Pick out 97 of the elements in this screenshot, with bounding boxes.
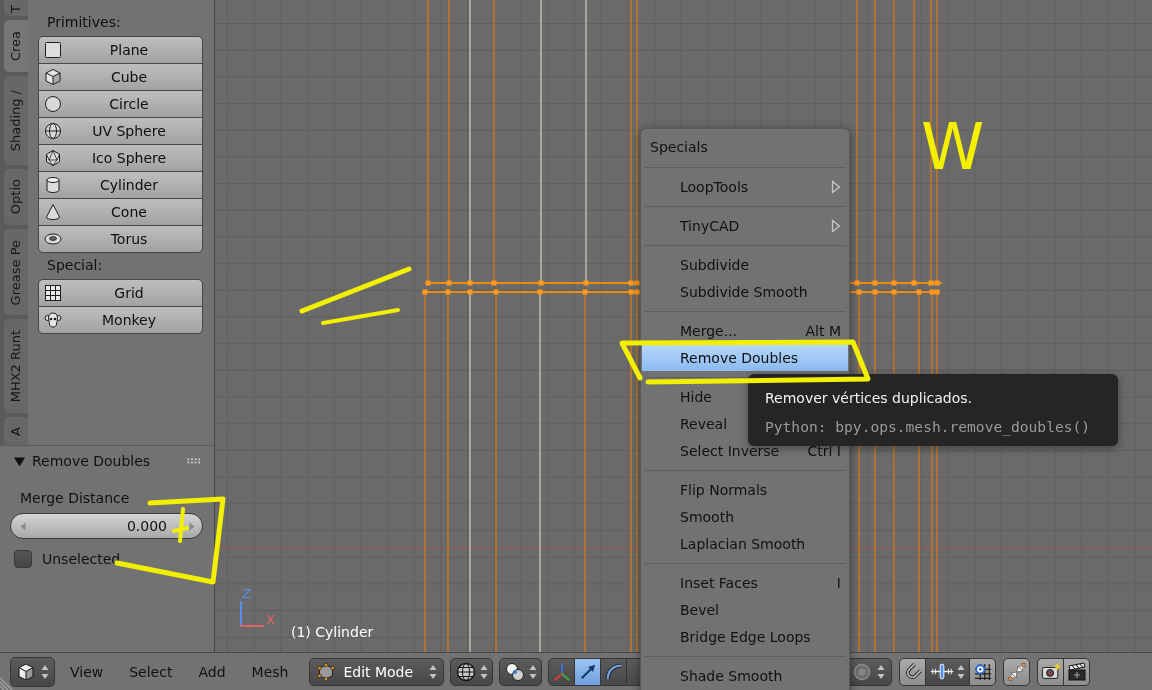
object-name-label: (1) Cylinder xyxy=(291,623,374,641)
render-animation-button[interactable] xyxy=(1063,657,1091,686)
panel-title: Remove Doubles xyxy=(32,452,151,471)
header-menu[interactable]: View xyxy=(57,657,117,686)
manipulator-button[interactable] xyxy=(600,657,628,686)
annotation-stroke xyxy=(172,507,189,543)
monkey-head-icon xyxy=(44,311,62,329)
shelf-tab[interactable]: Grease Pe xyxy=(4,229,28,316)
shelf-button[interactable]: Plane xyxy=(38,36,203,64)
circle-icon xyxy=(44,95,62,113)
menu-item[interactable]: LoopTools xyxy=(642,173,848,200)
menu-item[interactable]: Laplacian Smooth xyxy=(642,530,848,557)
shelf-button[interactable]: Monkey xyxy=(38,306,203,334)
menu-item[interactable]: TinyCAD xyxy=(642,212,848,239)
shortcut-label: I xyxy=(836,573,841,593)
increment-icon xyxy=(930,663,955,680)
menu-item[interactable]: Remove Doubles xyxy=(642,344,848,371)
shelf-tab[interactable]: Shading / xyxy=(4,75,28,165)
menu-item[interactable]: Shade Smooth xyxy=(642,662,848,689)
tooltip-text: Remover vértices duplicados. xyxy=(765,389,973,408)
cylinder-icon xyxy=(44,176,62,194)
shelf-tab[interactable]: Optio xyxy=(4,168,28,226)
snap-target-button[interactable] xyxy=(969,657,997,686)
drag-handle-icon[interactable] xyxy=(187,458,201,464)
menu-item[interactable]: Bridge Edge Loops xyxy=(642,623,848,650)
corner-grip-icon[interactable] xyxy=(0,676,14,690)
axis-label: Z xyxy=(242,586,251,601)
collapse-triangle-icon[interactable] xyxy=(14,455,25,467)
menu-item[interactable]: Merge... Alt M xyxy=(642,317,848,344)
menu-item[interactable]: Subdivide Smooth xyxy=(642,278,848,305)
menu-item[interactable]: Smooth xyxy=(642,503,848,530)
square-icon xyxy=(44,41,62,59)
pivot-dropdown[interactable] xyxy=(499,657,543,686)
shelf-button[interactable]: Cone xyxy=(38,198,203,226)
group-heading: Primitives: xyxy=(46,13,122,32)
snap-toggle-button[interactable] xyxy=(899,657,927,686)
shelf-button[interactable]: Ico Sphere xyxy=(38,144,203,172)
cube-icon xyxy=(16,661,36,682)
mode-dropdown[interactable]: Edit Mode xyxy=(309,657,445,686)
shelf-button[interactable]: Cylinder xyxy=(38,171,203,199)
clapperboard-icon xyxy=(1066,661,1087,682)
menu-item[interactable]: Bevel xyxy=(642,596,848,623)
editor-type-dropdown[interactable] xyxy=(10,656,55,687)
shelf-button[interactable]: UV Sphere xyxy=(38,117,203,145)
grid-icon xyxy=(44,284,62,302)
header-menu[interactable]: Add xyxy=(185,657,239,686)
up-down-arrows-icon xyxy=(480,663,489,680)
arrow-icon xyxy=(578,662,597,681)
torus-icon xyxy=(44,230,62,248)
up-down-arrows-icon xyxy=(41,663,49,680)
menu-item[interactable]: Flip Normals xyxy=(642,476,848,503)
annotation-letter: W xyxy=(921,115,985,179)
overlapping-circles-icon xyxy=(505,661,526,682)
arc-icon xyxy=(604,662,623,681)
shelf-tab[interactable]: T xyxy=(4,0,28,17)
header-menu[interactable]: Mesh xyxy=(238,657,302,686)
up-down-arrows-icon xyxy=(957,663,966,680)
sphere-icon xyxy=(44,122,62,140)
shelf-tab[interactable]: Crea xyxy=(4,20,28,72)
camera-icon xyxy=(1040,661,1061,682)
globe-icon xyxy=(456,661,477,682)
manipulator-toggle-button[interactable] xyxy=(548,657,576,686)
grid-target-icon xyxy=(973,662,992,681)
magnet-icon xyxy=(903,662,922,681)
up-down-arrows-icon xyxy=(529,663,538,680)
axis-label: X xyxy=(266,612,275,627)
shelf-button[interactable]: Circle xyxy=(38,90,203,118)
shortcut-label: Alt M xyxy=(805,321,841,341)
shelf-tab[interactable]: MHX2 Runt xyxy=(4,319,28,413)
shelf-button[interactable]: Grid xyxy=(38,279,203,307)
shelf-tab[interactable]: A xyxy=(4,416,28,445)
tooltip-python-text: Python: bpy.ops.mesh.remove_doubles() xyxy=(765,417,1092,437)
ring-icon xyxy=(853,662,872,681)
checkbox-label: Unselected xyxy=(42,550,121,569)
inward-arrows-icon xyxy=(1007,662,1026,681)
cone-icon xyxy=(44,203,62,221)
render-image-button[interactable] xyxy=(1037,657,1065,686)
checkbox[interactable] xyxy=(14,550,32,568)
shading-dropdown[interactable] xyxy=(450,657,494,686)
align-button[interactable] xyxy=(1003,657,1031,686)
shortcut-label: Ctrl I xyxy=(807,441,841,461)
field-label: Merge Distance xyxy=(19,489,131,508)
menu-item[interactable]: Subdivide xyxy=(642,251,848,278)
group-heading: Special: xyxy=(46,256,104,275)
header-menu[interactable]: Select xyxy=(116,657,186,686)
cube-icon xyxy=(44,68,62,86)
snap-element-dropdown[interactable] xyxy=(925,657,971,686)
shelf-button[interactable]: Torus xyxy=(38,225,203,253)
icosphere-icon xyxy=(44,149,62,167)
shelf-button[interactable]: Cube xyxy=(38,63,203,91)
up-down-arrows-icon xyxy=(429,663,438,680)
manipulator-button[interactable] xyxy=(574,657,602,686)
menu-title: Specials xyxy=(649,138,709,157)
up-down-arrows-icon xyxy=(877,663,886,680)
edit-mode-icon xyxy=(317,662,336,681)
axes-icon xyxy=(551,661,572,682)
menu-item[interactable]: Inset Faces I xyxy=(642,569,848,596)
